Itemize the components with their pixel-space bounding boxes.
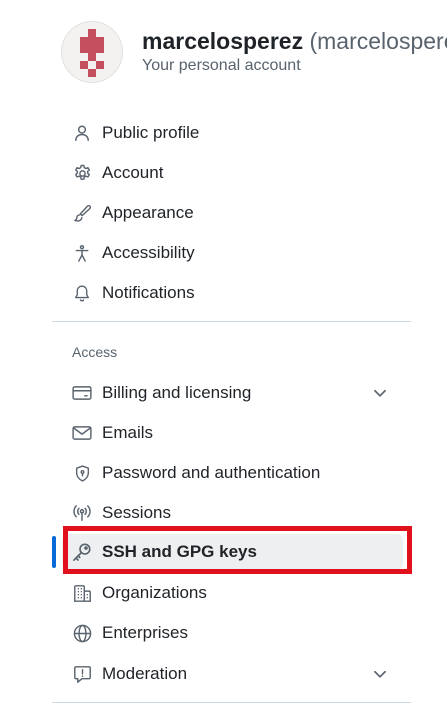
chevron-down-icon[interactable] (371, 384, 389, 402)
sidebar-item-label: Organizations (102, 583, 207, 602)
sidebar-item-enterprises[interactable]: Enterprises (62, 615, 403, 651)
sidebar-item-label: Appearance (102, 203, 194, 222)
mail-icon (72, 423, 92, 443)
credit-card-icon (72, 383, 92, 403)
report-icon (72, 664, 92, 684)
avatar[interactable] (61, 21, 123, 83)
sidebar-item-label: SSH and GPG keys (102, 542, 257, 561)
section-divider (52, 321, 411, 322)
sidebar-item-label: Billing and licensing (102, 383, 252, 402)
sidebar-item-accessibility[interactable]: Accessibility (62, 235, 403, 271)
key-icon (72, 542, 92, 562)
globe-icon (72, 623, 92, 643)
sidebar-item-label: Moderation (102, 664, 188, 683)
account-header: marcelosperez (marcelosperez) Your perso… (61, 20, 447, 84)
shield-lock-icon (72, 463, 92, 483)
chevron-down-icon[interactable] (371, 665, 389, 683)
sidebar-item-billing[interactable]: Billing and licensing (62, 375, 403, 411)
account-subtitle: Your personal account (142, 57, 301, 74)
bell-icon (72, 283, 92, 303)
sidebar-item-label: Enterprises (102, 623, 188, 642)
identicon-icon (80, 29, 104, 77)
sidebar-item-account[interactable]: Account (62, 155, 403, 191)
sidebar-item-emails[interactable]: Emails (62, 415, 403, 451)
paintbrush-icon (72, 203, 92, 223)
sidebar-item-label: Notifications (102, 283, 195, 302)
section-heading-access: Access (72, 344, 118, 360)
active-indicator (52, 536, 56, 568)
section-divider (52, 702, 411, 703)
person-icon (72, 123, 92, 143)
settings-sidebar-page: marcelosperez (marcelosperez) Your perso… (0, 0, 447, 707)
sidebar-item-ssh-gpg-keys[interactable]: SSH and GPG keys (62, 534, 403, 570)
account-login: (marcelosperez) (309, 28, 447, 54)
sidebar-item-organizations[interactable]: Organizations (62, 575, 403, 611)
account-info: marcelosperez (marcelosperez) Your perso… (142, 27, 447, 77)
sidebar-item-sessions[interactable]: Sessions (62, 495, 403, 531)
sidebar-item-label: Accessibility (102, 243, 195, 262)
sidebar-item-label: Emails (102, 423, 154, 442)
sidebar-item-moderation[interactable]: Moderation (62, 656, 403, 692)
sidebar-item-label: Public profile (102, 123, 200, 142)
accessibility-icon (72, 243, 92, 263)
account-name[interactable]: marcelosperez (142, 28, 303, 54)
sidebar-item-password-authentication[interactable]: Password and authentication (62, 455, 403, 491)
sidebar-item-notifications[interactable]: Notifications (62, 275, 403, 311)
sidebar-item-label: Password and authentication (102, 463, 321, 482)
sidebar-item-public-profile[interactable]: Public profile (62, 115, 403, 151)
sidebar-item-label: Sessions (102, 503, 171, 522)
broadcast-icon (72, 503, 92, 523)
account-name-line: marcelosperez (marcelosperez) (142, 27, 447, 55)
organization-icon (72, 583, 92, 603)
sidebar-item-label: Account (102, 163, 164, 182)
gear-icon (72, 163, 92, 183)
sidebar-item-appearance[interactable]: Appearance (62, 195, 403, 231)
